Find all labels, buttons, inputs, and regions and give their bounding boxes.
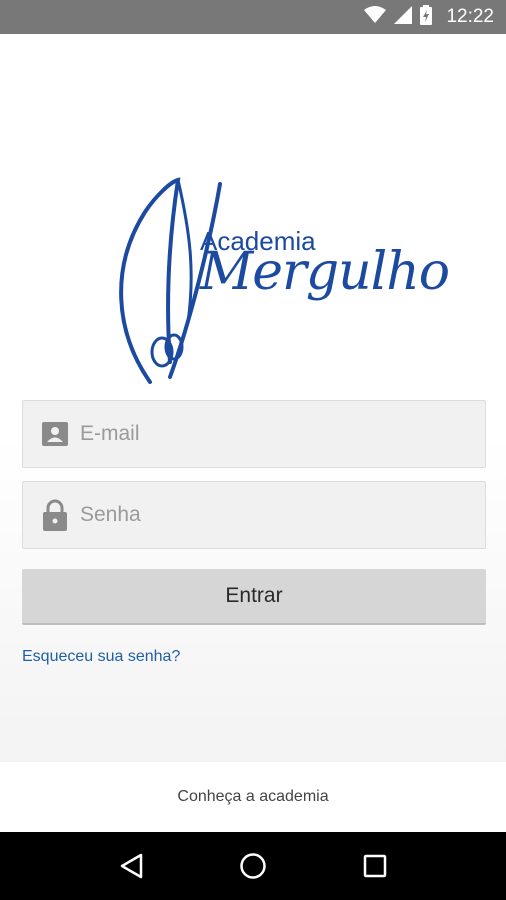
wifi-icon xyxy=(364,5,387,29)
signal-icon xyxy=(394,5,413,29)
contact-card-icon xyxy=(42,419,68,449)
email-field[interactable] xyxy=(22,400,486,468)
password-field[interactable] xyxy=(22,481,486,549)
recents-icon[interactable] xyxy=(355,846,395,886)
back-icon[interactable] xyxy=(111,846,151,886)
forgot-password-link[interactable]: Esqueceu sua senha? xyxy=(22,648,180,666)
bottom-area: Conheça a academia xyxy=(0,762,506,832)
battery-icon xyxy=(420,4,433,30)
status-icons: 12:22 xyxy=(364,0,494,34)
status-time: 12:22 xyxy=(446,6,494,27)
login-button[interactable]: Entrar xyxy=(22,569,486,625)
logo-text-mergulho: Mergulho xyxy=(200,242,450,302)
about-academy-link[interactable]: Conheça a academia xyxy=(177,788,328,806)
password-input[interactable] xyxy=(80,503,460,527)
login-screen: Academia Mergulho Entrar Esqueceu sua se… xyxy=(0,34,506,762)
academia-mergulho-logo: Academia Mergulho xyxy=(110,172,450,392)
home-icon[interactable] xyxy=(233,846,273,886)
email-input[interactable] xyxy=(80,422,460,446)
navigation-bar xyxy=(0,832,506,900)
status-bar: 12:22 xyxy=(0,0,506,34)
lock-icon xyxy=(42,499,68,531)
